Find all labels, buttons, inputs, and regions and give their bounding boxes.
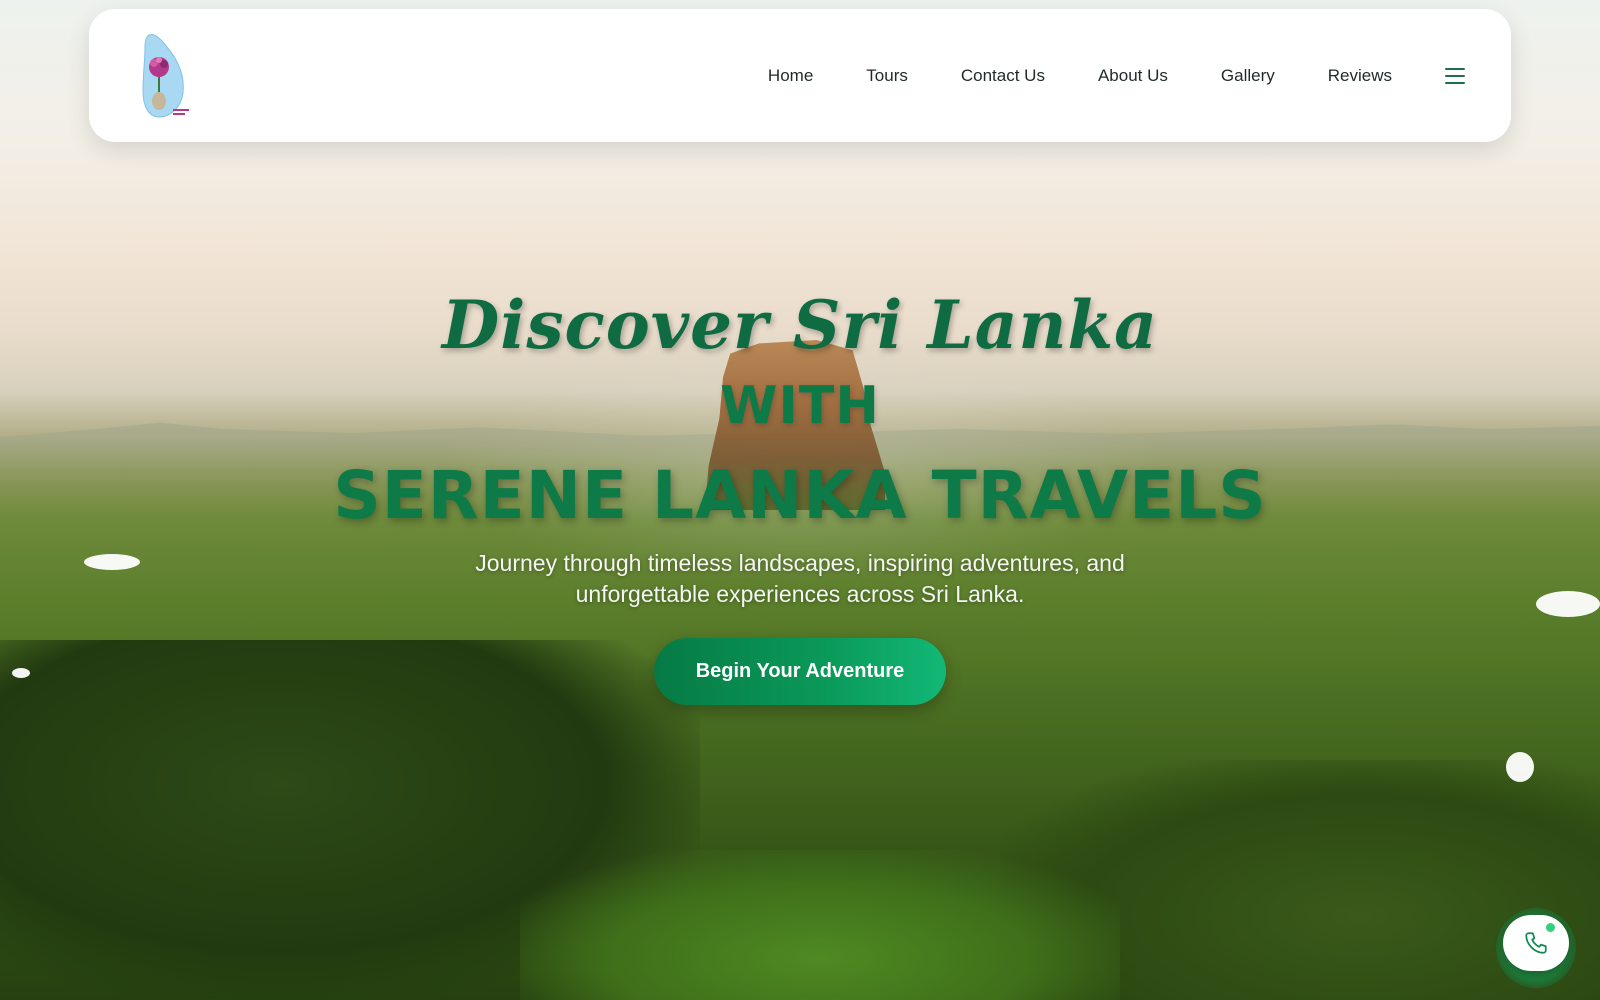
cloud-decoration <box>1506 752 1534 782</box>
call-button[interactable] <box>1503 915 1569 971</box>
hero-brand-title: SERENE LANKA TRAVELS <box>333 457 1267 534</box>
nav-link-contact-us[interactable]: Contact Us <box>961 66 1045 86</box>
forest-canopy-center <box>520 850 1120 1000</box>
menu-bar <box>1445 81 1465 84</box>
hero-content: Discover Sri Lanka WITH SERENE LANKA TRA… <box>0 280 1600 705</box>
hero-script-title: Discover Sri Lanka <box>442 286 1158 364</box>
nav-link-home[interactable]: Home <box>768 66 813 86</box>
navbar: Home Tours Contact Us About Us Gallery R… <box>89 9 1511 142</box>
menu-bar <box>1445 74 1465 77</box>
phone-icon <box>1525 932 1547 954</box>
nav-links: Home Tours Contact Us About Us Gallery R… <box>768 9 1465 142</box>
nav-link-gallery[interactable]: Gallery <box>1221 66 1275 86</box>
call-status-dot <box>1546 923 1555 932</box>
hero-with-word: WITH <box>720 376 880 436</box>
hamburger-menu-icon[interactable] <box>1445 67 1465 84</box>
menu-bar <box>1445 67 1465 70</box>
hero-tagline: Journey through timeless landscapes, ins… <box>475 550 1125 607</box>
begin-adventure-button[interactable]: Begin Your Adventure <box>654 638 946 705</box>
nav-link-about-us[interactable]: About Us <box>1098 66 1168 86</box>
sri-lanka-map-logo-icon[interactable] <box>137 31 193 123</box>
nav-link-tours[interactable]: Tours <box>866 66 908 86</box>
nav-link-reviews[interactable]: Reviews <box>1328 66 1392 86</box>
page: Home Tours Contact Us About Us Gallery R… <box>0 0 1600 1000</box>
